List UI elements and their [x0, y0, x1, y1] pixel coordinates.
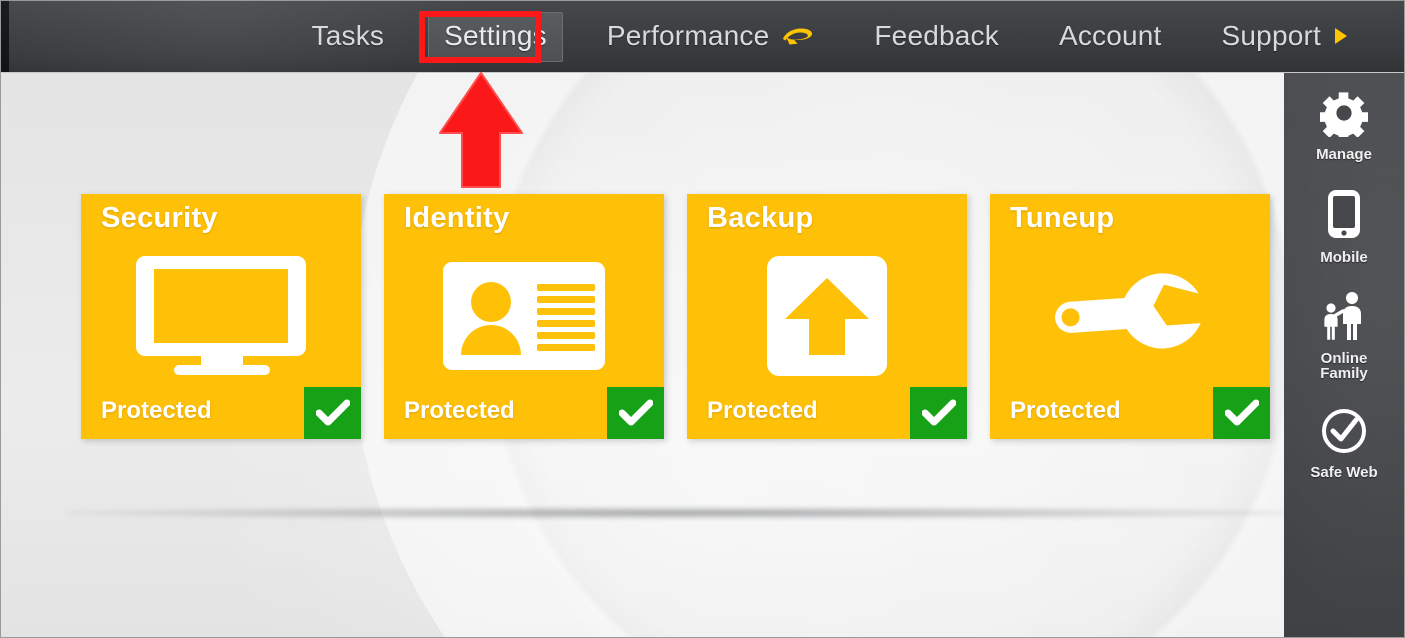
nav-item-tasks-label: Tasks	[311, 20, 385, 51]
tile-tuneup-status: Protected	[1010, 397, 1121, 424]
tile-tuneup-status-badge	[1213, 387, 1270, 439]
sidebar-item-online-family-label: Online Family	[1320, 349, 1368, 383]
feature-tile-grid: Security Protected Identity Protected Ba…	[81, 194, 1270, 439]
monitor-icon	[81, 246, 361, 386]
tile-backup-status-badge	[910, 387, 967, 439]
sidebar-item-mobile[interactable]: Mobile	[1284, 188, 1404, 266]
nav-item-account-label: Account	[1058, 20, 1162, 51]
tile-identity[interactable]: Identity Protected	[384, 194, 664, 439]
sidebar-item-safe-web-label: Safe Web	[1310, 464, 1378, 481]
main-content-area: Security Protected Identity Protected Ba…	[1, 73, 1404, 637]
tile-backup[interactable]: Backup Protected	[687, 194, 967, 439]
nav-item-feedback-label: Feedback	[874, 20, 999, 51]
swoosh-icon	[780, 24, 814, 48]
nav-item-support[interactable]: Support	[1206, 12, 1366, 62]
top-header-bar: Tasks Settings Performance Feedback Acco…	[1, 1, 1404, 73]
tile-backup-status: Protected	[707, 397, 818, 424]
nav-item-feedback[interactable]: Feedback	[858, 12, 1015, 62]
wrench-icon	[990, 246, 1270, 386]
tile-security-status-badge	[304, 387, 361, 439]
nav-item-account[interactable]: Account	[1043, 12, 1178, 62]
nav-item-settings-label: Settings	[444, 20, 547, 51]
sidebar-item-mobile-label: Mobile	[1320, 248, 1368, 266]
check-icon	[1224, 399, 1259, 426]
id-card-icon	[384, 246, 664, 386]
tile-identity-status: Protected	[404, 397, 515, 424]
gear-icon	[1318, 89, 1369, 142]
main-navigation: Tasks Settings Performance Feedback Acco…	[1, 1, 1404, 72]
tile-security-title: Security	[101, 202, 218, 234]
sidebar-item-safe-web[interactable]: Safe Web	[1284, 407, 1404, 481]
check-icon	[315, 399, 350, 426]
nav-item-support-label: Support	[1221, 20, 1321, 51]
tile-identity-status-badge	[607, 387, 664, 439]
nav-item-performance[interactable]: Performance	[591, 12, 831, 62]
tile-backup-title: Backup	[707, 202, 814, 234]
upload-icon	[687, 246, 967, 386]
tile-tuneup[interactable]: Tuneup Protected	[990, 194, 1270, 439]
nav-item-performance-label: Performance	[606, 20, 770, 51]
check-icon	[921, 399, 956, 426]
tile-security[interactable]: Security Protected	[81, 194, 361, 439]
sidebar-item-manage[interactable]: Manage	[1284, 89, 1404, 163]
tile-identity-title: Identity	[404, 202, 510, 234]
sidebar-item-online-family[interactable]: Online Family	[1284, 291, 1404, 383]
tile-security-status: Protected	[101, 397, 212, 424]
check-circle-icon	[1320, 407, 1368, 460]
family-icon	[1318, 291, 1370, 346]
check-icon	[618, 399, 653, 426]
tile-tuneup-title: Tuneup	[1010, 202, 1115, 234]
nav-item-tasks[interactable]: Tasks	[296, 12, 401, 62]
phone-icon	[1326, 188, 1362, 245]
horizontal-shadow-divider	[66, 507, 1306, 519]
caret-right-icon	[1332, 25, 1350, 47]
norton-main-window: Tasks Settings Performance Feedback Acco…	[0, 0, 1405, 638]
right-sidebar: Manage Mobile Online Family Safe Web	[1284, 73, 1404, 637]
nav-item-settings[interactable]: Settings	[428, 12, 563, 62]
sidebar-item-manage-label: Manage	[1316, 146, 1372, 163]
